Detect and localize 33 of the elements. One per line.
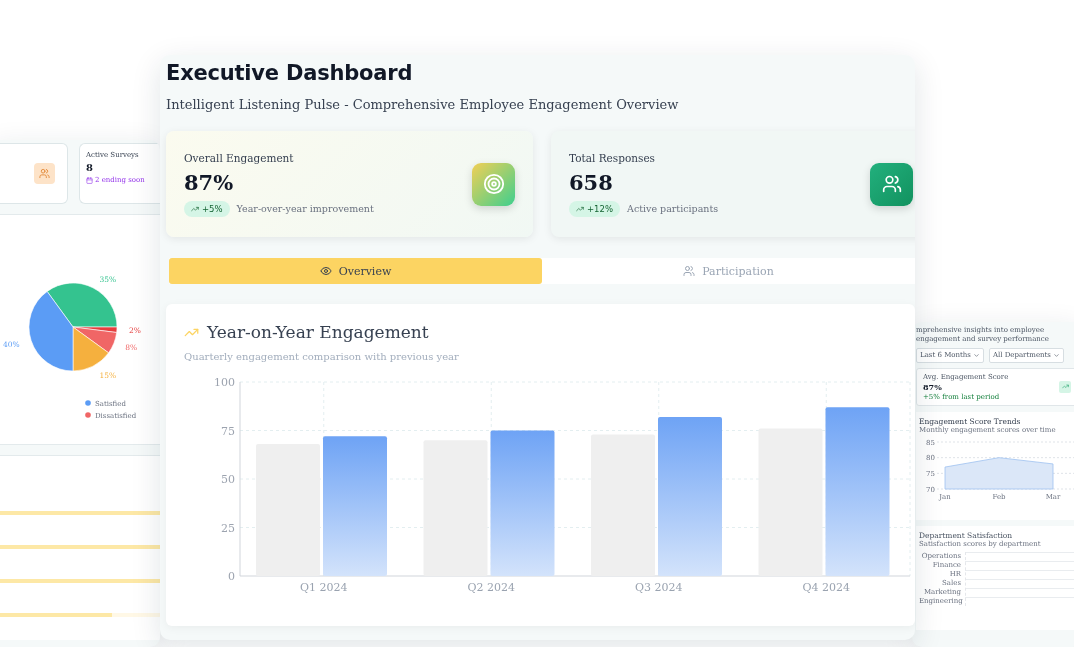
tab[interactable]: Overview: [169, 258, 542, 284]
chevron-down-icon: [1052, 351, 1060, 359]
stat-label: Total Responses: [569, 151, 656, 164]
stat-label: Overall Engagement: [184, 151, 295, 164]
chart-subtitle: Quarterly engagement comparison with previous year: [184, 351, 460, 362]
users-icon: [34, 163, 55, 184]
change-badge: +12%: [569, 200, 620, 217]
axis-tick: 0: [228, 570, 235, 583]
axis-tick: 25: [221, 521, 235, 535]
axis-label: Q4 2024: [802, 581, 850, 594]
trend-icon: [1059, 380, 1071, 393]
stat-value: 8: [86, 162, 94, 173]
users-icon: [683, 265, 696, 277]
calendar-icon: [86, 176, 93, 184]
page-subtitle: Intelligent Listening Pulse - Comprehensive Employee Engagement Overview: [166, 97, 680, 112]
chart-title: Year-on-Year Engagement: [207, 322, 429, 342]
stat-note: Year-over-year improvement: [236, 203, 374, 214]
axis-label: Q3 2024: [635, 581, 683, 594]
axis-tick: 100: [214, 376, 235, 389]
users-icon: [881, 174, 902, 194]
stat-note: Active participants: [627, 203, 719, 214]
change-badge: +5%: [184, 200, 230, 217]
eye-icon: [319, 265, 332, 277]
page-title: Executive Dashboard: [166, 61, 414, 85]
stat-value: 87%: [923, 381, 942, 392]
target-icon: [482, 173, 505, 195]
stat-value: 87%: [184, 169, 235, 195]
chevron-down-icon: [972, 351, 980, 359]
axis-tick: 50: [221, 473, 235, 486]
stat-value: 658: [569, 169, 614, 195]
axis-label: Q1 2024: [300, 581, 348, 594]
axis-label: Q2 2024: [467, 581, 515, 594]
axis-tick: 75: [221, 424, 235, 438]
